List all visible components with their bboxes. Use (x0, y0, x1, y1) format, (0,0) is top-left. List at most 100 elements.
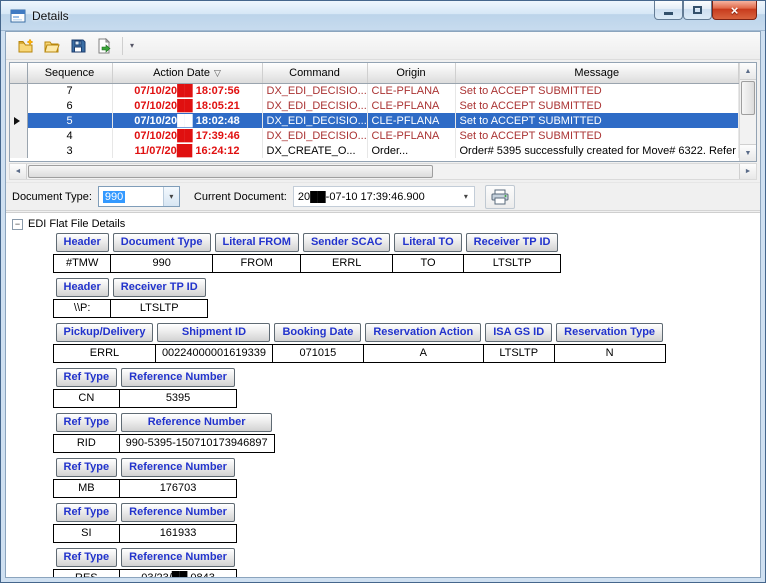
col-command[interactable]: Command (262, 63, 367, 83)
history-grid[interactable]: Sequence Action Date▽ Command Origin Mes… (9, 62, 757, 162)
grid-row-4[interactable]: 4 07/10/20██ 17:39:46 DX_EDI_DECISIO... … (10, 128, 739, 143)
printer-icon (491, 189, 509, 205)
row-marker (10, 83, 27, 98)
cell-message: Set to ACCEPT SUBMITTED (455, 113, 739, 128)
edi-data-cell: \\P: (54, 300, 111, 318)
edi-header-cell[interactable]: Literal FROM (215, 233, 299, 252)
cell-origin: Order... (367, 143, 455, 158)
close-button[interactable]: × (712, 1, 757, 20)
grid-row-5-selected[interactable]: 5 07/10/20██ 18:02:48 DX_EDI_DECISIO... … (10, 113, 739, 128)
row-marker (10, 143, 27, 158)
close-icon: × (731, 3, 739, 18)
edi-header-cell[interactable]: Header (56, 278, 109, 297)
grid-row-6[interactable]: 6 07/10/20██ 18:05:21 DX_EDI_DECISIO... … (10, 98, 739, 113)
current-document-label: Current Document: (194, 191, 287, 203)
scroll-down-button[interactable]: ▼ (740, 144, 756, 161)
grid-row-7[interactable]: 7 07/10/20██ 18:07:56 DX_EDI_DECISIO... … (10, 83, 739, 98)
cell-action-date: 07/10/20██ 18:02:48 (112, 113, 262, 128)
sort-desc-icon: ▽ (214, 68, 221, 78)
edi-header-cell[interactable]: Ref Type (56, 458, 118, 477)
edi-header-cell[interactable]: Ref Type (56, 413, 118, 432)
edi-header-cell[interactable]: Reference Number (121, 548, 235, 567)
horizontal-scrollbar[interactable]: ◄ ► (9, 163, 757, 180)
app-icon (10, 8, 26, 24)
edi-header-cell[interactable]: Receiver TP ID (466, 233, 559, 252)
edi-data-cell: RES (54, 570, 120, 578)
document-type-dropdown-button[interactable]: ▾ (163, 187, 179, 206)
cell-action-date: 07/10/20██ 17:39:46 (112, 128, 262, 143)
export-button[interactable] (92, 34, 116, 57)
scroll-right-button[interactable]: ► (739, 164, 756, 179)
edi-header-cell[interactable]: Pickup/Delivery (56, 323, 154, 342)
edi-data-cell: TO (392, 255, 463, 273)
edi-header-cell[interactable]: Receiver TP ID (113, 278, 206, 297)
chevron-down-icon: ▾ (169, 192, 173, 201)
col-origin[interactable]: Origin (367, 63, 455, 83)
edi-header-cell[interactable]: Literal TO (394, 233, 461, 252)
cell-message: Set to ACCEPT SUBMITTED (455, 83, 739, 98)
vertical-scroll-thumb[interactable] (741, 81, 755, 115)
edi-data-cell: ERRL (301, 255, 393, 273)
edi-section-node[interactable]: − EDI Flat File Details (6, 213, 760, 233)
edi-header-cell[interactable]: Header (56, 233, 109, 252)
edi-data-cell: SI (54, 525, 120, 543)
edi-header-cell[interactable]: Ref Type (56, 368, 118, 387)
cell-message: Set to ACCEPT SUBMITTED (455, 128, 739, 143)
horizontal-scroll-thumb[interactable] (28, 165, 433, 178)
document-type-combo[interactable]: 990 ▾ (98, 186, 180, 207)
edi-header-cell[interactable]: Document Type (113, 233, 211, 252)
new-document-button[interactable] (14, 34, 38, 57)
col-message[interactable]: Message (455, 63, 739, 83)
toolbar-overflow-chevron-icon[interactable]: ▾ (127, 41, 137, 50)
col-action-date[interactable]: Action Date▽ (112, 63, 262, 83)
current-document-combo[interactable]: 20██-07-10 17:39:46.900 ▾ (293, 186, 475, 207)
edi-header-cell[interactable]: Sender SCAC (303, 233, 391, 252)
edi-details-panel: − EDI Flat File Details Header Document … (6, 212, 760, 577)
edi-section-label: EDI Flat File Details (28, 218, 125, 230)
cell-message: Order# 5395 successfully created for Mov… (455, 143, 739, 158)
minimize-button[interactable] (654, 1, 683, 20)
scroll-up-button[interactable]: ▲ (740, 63, 756, 80)
collapse-icon[interactable]: − (12, 219, 23, 230)
scroll-left-button[interactable]: ◄ (10, 164, 27, 179)
edi-header-cell[interactable]: Reservation Type (556, 323, 663, 342)
cell-command: DX_EDI_DECISIO... (262, 83, 367, 98)
edi-header-cell[interactable]: Ref Type (56, 548, 118, 567)
cell-origin: CLE-PFLANA (367, 98, 455, 113)
cell-command: DX_CREATE_O... (262, 143, 367, 158)
edi-data-cell: 161933 (119, 525, 237, 543)
current-document-dropdown-button[interactable]: ▾ (458, 187, 474, 206)
document-type-label: Document Type: (12, 191, 92, 203)
cell-command: DX_EDI_DECISIO... (262, 128, 367, 143)
edi-data-cell: 00224000001619339 (155, 345, 272, 363)
edi-header-cell[interactable]: Reservation Action (365, 323, 481, 342)
edi-header-cell[interactable]: Reference Number (121, 413, 272, 432)
edi-header-cell[interactable]: Booking Date (274, 323, 361, 342)
grid-row-3[interactable]: 3 11/07/20██ 16:24:12 DX_CREATE_O... Ord… (10, 143, 739, 158)
cell-action-date: 11/07/20██ 16:24:12 (112, 143, 262, 158)
vertical-scrollbar[interactable]: ▲ ▼ (739, 63, 756, 161)
chevron-down-icon: ▾ (464, 192, 468, 201)
cell-sequence: 7 (27, 83, 112, 98)
edi-header-cell[interactable]: Reference Number (121, 368, 235, 387)
edi-header-cell[interactable]: Reference Number (121, 458, 235, 477)
cell-sequence: 4 (27, 128, 112, 143)
edi-ref-table-res: Ref Type Reference Number RES 03/23/██ 0… (53, 548, 237, 577)
edi-header-cell[interactable]: Reference Number (121, 503, 235, 522)
edi-data-cell: CN (54, 390, 120, 408)
row-marker (10, 98, 27, 113)
edi-header-cell[interactable]: ISA GS ID (485, 323, 552, 342)
document-bar: Document Type: 990 ▾ Current Document: 2… (6, 182, 760, 211)
cell-sequence: 5 (27, 113, 112, 128)
new-document-icon (18, 38, 34, 54)
save-button[interactable] (66, 34, 90, 57)
open-button[interactable] (40, 34, 64, 57)
edi-header-cell[interactable]: Shipment ID (157, 323, 270, 342)
col-sequence[interactable]: Sequence (27, 63, 112, 83)
maximize-button[interactable] (683, 1, 712, 20)
titlebar[interactable]: Details × (1, 1, 765, 31)
edi-header-table: Header Document Type Literal FROM Sender… (53, 233, 561, 273)
print-button[interactable] (485, 185, 515, 209)
scroll-right-icon: ► (745, 168, 752, 175)
edi-header-cell[interactable]: Ref Type (56, 503, 118, 522)
